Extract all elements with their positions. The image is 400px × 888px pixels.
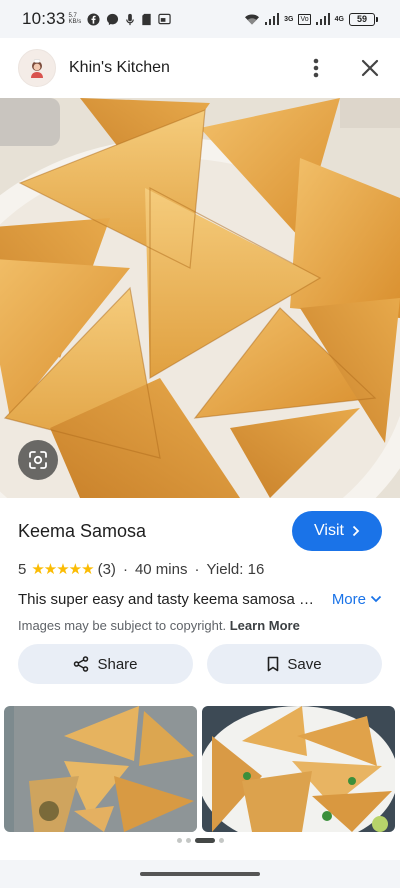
share-icon (74, 656, 89, 672)
signal-icon (265, 13, 280, 25)
rating-stars: ★★★★★ (31, 561, 94, 578)
review-count: (3) (97, 560, 116, 578)
header: Khin's Kitchen (0, 38, 400, 98)
lens-icon (29, 451, 47, 469)
status-bar: 10:33 5.7 KB/s 3G Vo 4G 59 (0, 0, 400, 38)
visit-label: Visit (314, 522, 344, 539)
battery-level: 59 (349, 12, 375, 26)
copyright-text: Images may be subject to copyright. (18, 618, 227, 633)
pager-dot[interactable] (218, 838, 224, 843)
cook-time: 40 mins (134, 560, 188, 578)
pager-dot[interactable] (194, 838, 215, 843)
messenger-icon (107, 13, 119, 25)
status-time: 10:33 (22, 9, 66, 28)
lens-button[interactable] (18, 440, 58, 480)
mic-icon (126, 13, 135, 25)
more-vert-icon (313, 58, 319, 78)
chef-logo-icon (31, 59, 43, 78)
close-icon (361, 59, 379, 77)
chevron-right-icon (352, 525, 360, 537)
copyright-notice: Images may be subject to copyright. Lear… (18, 618, 382, 633)
rating-value: 5 (18, 560, 27, 578)
facebook-icon (87, 12, 100, 26)
recipe-info: Keema Samosa Visit 5 ★★★★★ (3) · 40 mins… (0, 498, 400, 633)
recipe-yield: Yield: 16 (206, 560, 265, 578)
net-speed: 5.7 KB/s (68, 13, 82, 25)
recipe-image[interactable] (0, 98, 400, 498)
samosa-photo (0, 98, 400, 498)
pager-dot[interactable] (176, 838, 182, 843)
home-indicator[interactable] (140, 872, 260, 876)
samosa-thumbnail-1 (4, 706, 197, 832)
site-avatar[interactable] (18, 49, 56, 87)
system-icons: 3G Vo 4G 59 (244, 12, 378, 26)
share-button[interactable]: Share (18, 644, 193, 684)
site-name[interactable]: Khin's Kitchen (69, 59, 170, 77)
gallery-icon (158, 13, 171, 25)
share-label: Share (97, 655, 138, 673)
navigation-bar (0, 860, 400, 888)
related-image-2[interactable] (202, 706, 395, 832)
pager-dot[interactable] (185, 838, 191, 843)
volte-icon: Vo (298, 13, 311, 25)
recipe-description: This super easy and tasty keema samosa r… (18, 590, 318, 608)
visit-button[interactable]: Visit (292, 511, 382, 551)
samosa-thumbnail-2 (202, 706, 395, 832)
net-type-3g: 3G (284, 15, 294, 23)
learn-more-link[interactable]: Learn More (230, 618, 300, 633)
signal-icon-2 (315, 13, 330, 25)
related-images (0, 706, 400, 832)
wifi-icon (245, 14, 260, 25)
carousel-pager (0, 838, 400, 843)
battery-icon: 59 (349, 12, 378, 26)
more-button[interactable]: More (332, 591, 382, 608)
net-type-4g: 4G (334, 15, 344, 23)
chevron-down-icon (370, 595, 382, 603)
close-button[interactable] (356, 54, 384, 82)
bookmark-icon (268, 656, 279, 672)
save-button[interactable]: Save (207, 644, 382, 684)
sim-icon (142, 13, 151, 25)
recipe-meta: 5 ★★★★★ (3) · 40 mins · Yield: 16 (18, 560, 265, 579)
related-image-1[interactable] (4, 706, 197, 832)
recipe-title: Keema Samosa (18, 520, 147, 541)
save-label: Save (287, 655, 322, 673)
more-label: More (331, 590, 366, 608)
notification-icons (87, 12, 171, 26)
more-options-button[interactable] (302, 54, 330, 82)
action-buttons: Share Save (18, 644, 382, 684)
